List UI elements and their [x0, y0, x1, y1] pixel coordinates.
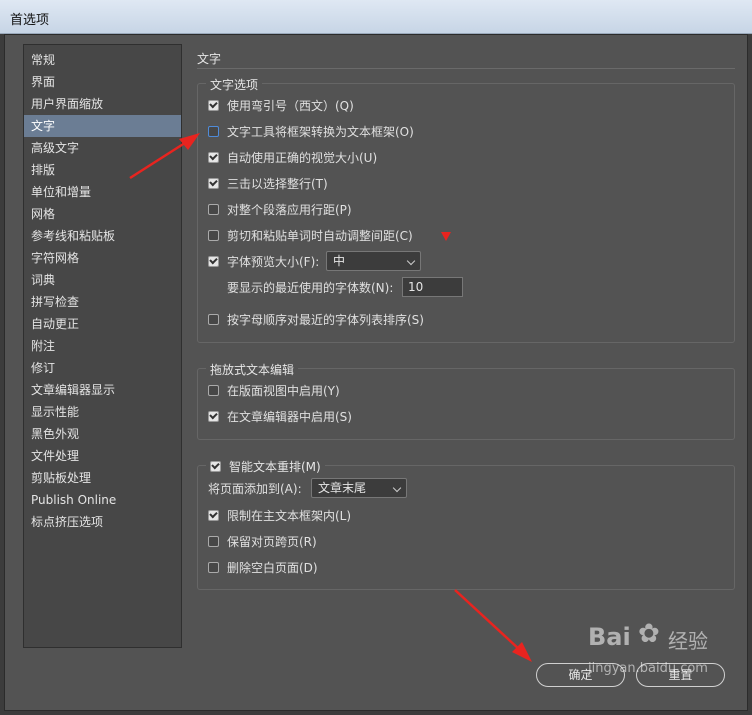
add-pages-row: 将页面添加到(A): [208, 479, 302, 497]
option-convert-frames[interactable]: 文字工具将框架转换为文本框架(O) [208, 122, 414, 140]
option-enable-story-editor[interactable]: 在文章编辑器中启用(S) [208, 407, 352, 425]
checkbox-checked[interactable] [208, 255, 219, 267]
drag-drop-group: 拖放式文本编辑 在版面视图中启用(Y) 在文章编辑器中启用(S) [197, 361, 735, 440]
sidebar-item-file-handling[interactable]: 文件处理 [24, 445, 181, 467]
checkbox-unchecked[interactable] [208, 229, 219, 241]
sidebar-item-ui-scaling[interactable]: 用户界面缩放 [24, 93, 181, 115]
recent-fonts-label: 要显示的最近使用的字体数(N): [227, 280, 394, 295]
option-label: 对整个段落应用行距(P) [227, 202, 352, 217]
sidebar-item-mojikumi[interactable]: 标点挤压选项 [24, 511, 181, 533]
option-leading-paragraph[interactable]: 对整个段落应用行距(P) [208, 200, 352, 218]
option-label: 保留对页跨页(R) [227, 534, 317, 549]
checkbox-unchecked[interactable] [208, 203, 219, 215]
option-label: 三击以选择整行(T) [227, 176, 328, 191]
recent-fonts-input[interactable]: 10 [402, 277, 463, 297]
preferences-dialog: 常规 界面 用户界面缩放 文字 高级文字 排版 单位和增量 网格 参考线和粘贴板… [4, 34, 748, 711]
option-label: 限制在主文本框架内(L) [227, 508, 352, 523]
option-sort-alphabetically[interactable]: 按字母顺序对最近的字体列表排序(S) [208, 310, 424, 328]
category-list: 常规 界面 用户界面缩放 文字 高级文字 排版 单位和增量 网格 参考线和粘贴板… [23, 44, 182, 648]
smart-reflow-legend[interactable]: 智能文本重排(M) [206, 458, 325, 475]
add-pages-select[interactable]: 文章末尾 [311, 478, 407, 498]
option-adjust-spacing[interactable]: 剪切和粘贴单词时自动调整间距(C) [208, 226, 413, 244]
section-divider [197, 68, 735, 69]
type-options-group: 文字选项 使用弯引号（西文）(Q) 文字工具将框架转换为文本框架(O) 自动使用… [197, 76, 735, 343]
option-label: 使用弯引号（西文）(Q) [227, 98, 354, 113]
sidebar-item-autocorrect[interactable]: 自动更正 [24, 313, 181, 335]
checkbox-checked[interactable] [208, 410, 219, 422]
option-label: 在版面视图中启用(Y) [227, 383, 340, 398]
section-title: 文字 [197, 52, 222, 66]
option-curly-quotes[interactable]: 使用弯引号（西文）(Q) [208, 96, 354, 114]
recent-fonts-row: 要显示的最近使用的字体数(N): [227, 278, 393, 296]
sidebar-item-dictionary[interactable]: 词典 [24, 269, 181, 291]
sidebar-item-interface[interactable]: 界面 [24, 71, 181, 93]
sidebar-item-publish-online[interactable]: Publish Online [24, 489, 181, 511]
sidebar-item-story-editor[interactable]: 文章编辑器显示 [24, 379, 181, 401]
chevron-down-icon [392, 483, 402, 493]
sidebar-item-type[interactable]: 文字 [24, 115, 181, 137]
checkbox-unchecked[interactable] [208, 125, 219, 137]
sidebar-item-guides[interactable]: 参考线和粘贴板 [24, 225, 181, 247]
checkbox-checked[interactable] [208, 151, 219, 163]
sidebar-item-black-appearance[interactable]: 黑色外观 [24, 423, 181, 445]
checkbox-checked[interactable] [208, 99, 219, 111]
option-delete-empty-pages[interactable]: 删除空白页面(D) [208, 558, 318, 576]
select-value: 中 [333, 254, 346, 268]
option-label: 删除空白页面(D) [227, 560, 318, 575]
checkbox-checked[interactable] [208, 177, 219, 189]
option-triple-click-line[interactable]: 三击以选择整行(T) [208, 174, 328, 192]
reset-button[interactable]: 重置 [636, 663, 725, 687]
window-titlebar: 首选项 [0, 0, 752, 34]
sidebar-item-general[interactable]: 常规 [24, 49, 181, 71]
option-label: 在文章编辑器中启用(S) [227, 409, 352, 424]
option-label: 按字母顺序对最近的字体列表排序(S) [227, 312, 424, 327]
option-enable-layout-view[interactable]: 在版面视图中启用(Y) [208, 381, 340, 399]
smart-reflow-group: 智能文本重排(M) 将页面添加到(A): 文章末尾 限制在主文本框架内(L) 保… [197, 458, 735, 590]
sidebar-item-frame-grid[interactable]: 字符网格 [24, 247, 181, 269]
option-font-preview[interactable]: 字体预览大小(F): [208, 252, 319, 270]
sidebar-item-spelling[interactable]: 拼写检查 [24, 291, 181, 313]
smart-reflow-label: 智能文本重排(M) [229, 460, 321, 474]
checkbox-unchecked[interactable] [208, 313, 219, 325]
sidebar-item-clipboard[interactable]: 剪贴板处理 [24, 467, 181, 489]
add-pages-label: 将页面添加到(A): [208, 481, 302, 496]
option-preserve-spreads[interactable]: 保留对页跨页(R) [208, 532, 317, 550]
checkbox-unchecked[interactable] [208, 384, 219, 396]
option-label: 字体预览大小(F): [227, 254, 320, 269]
sidebar-item-composition[interactable]: 排版 [24, 159, 181, 181]
select-value: 文章末尾 [318, 481, 367, 495]
option-label: 剪切和粘贴单词时自动调整间距(C) [227, 228, 413, 243]
sidebar-item-notes[interactable]: 附注 [24, 335, 181, 357]
drag-drop-legend: 拖放式文本编辑 [206, 361, 299, 378]
ok-button[interactable]: 确定 [536, 663, 625, 687]
chevron-down-icon [406, 256, 416, 266]
option-label: 自动使用正确的视觉大小(U) [227, 150, 378, 165]
sidebar-item-grids[interactable]: 网格 [24, 203, 181, 225]
sidebar-item-track-changes[interactable]: 修订 [24, 357, 181, 379]
checkbox-checked[interactable] [210, 461, 221, 472]
checkbox-checked[interactable] [208, 509, 219, 521]
sidebar-item-display-performance[interactable]: 显示性能 [24, 401, 181, 423]
checkbox-unchecked[interactable] [208, 535, 219, 547]
option-label: 文字工具将框架转换为文本框架(O) [227, 124, 414, 139]
font-preview-size-select[interactable]: 中 [326, 251, 421, 271]
type-options-legend: 文字选项 [206, 76, 263, 93]
checkbox-unchecked[interactable] [208, 561, 219, 573]
sidebar-item-advanced-type[interactable]: 高级文字 [24, 137, 181, 159]
sidebar-item-units[interactable]: 单位和增量 [24, 181, 181, 203]
option-optical-size[interactable]: 自动使用正确的视觉大小(U) [208, 148, 377, 166]
window-title: 首选项 [10, 13, 50, 28]
option-limit-primary-frame[interactable]: 限制在主文本框架内(L) [208, 506, 351, 524]
